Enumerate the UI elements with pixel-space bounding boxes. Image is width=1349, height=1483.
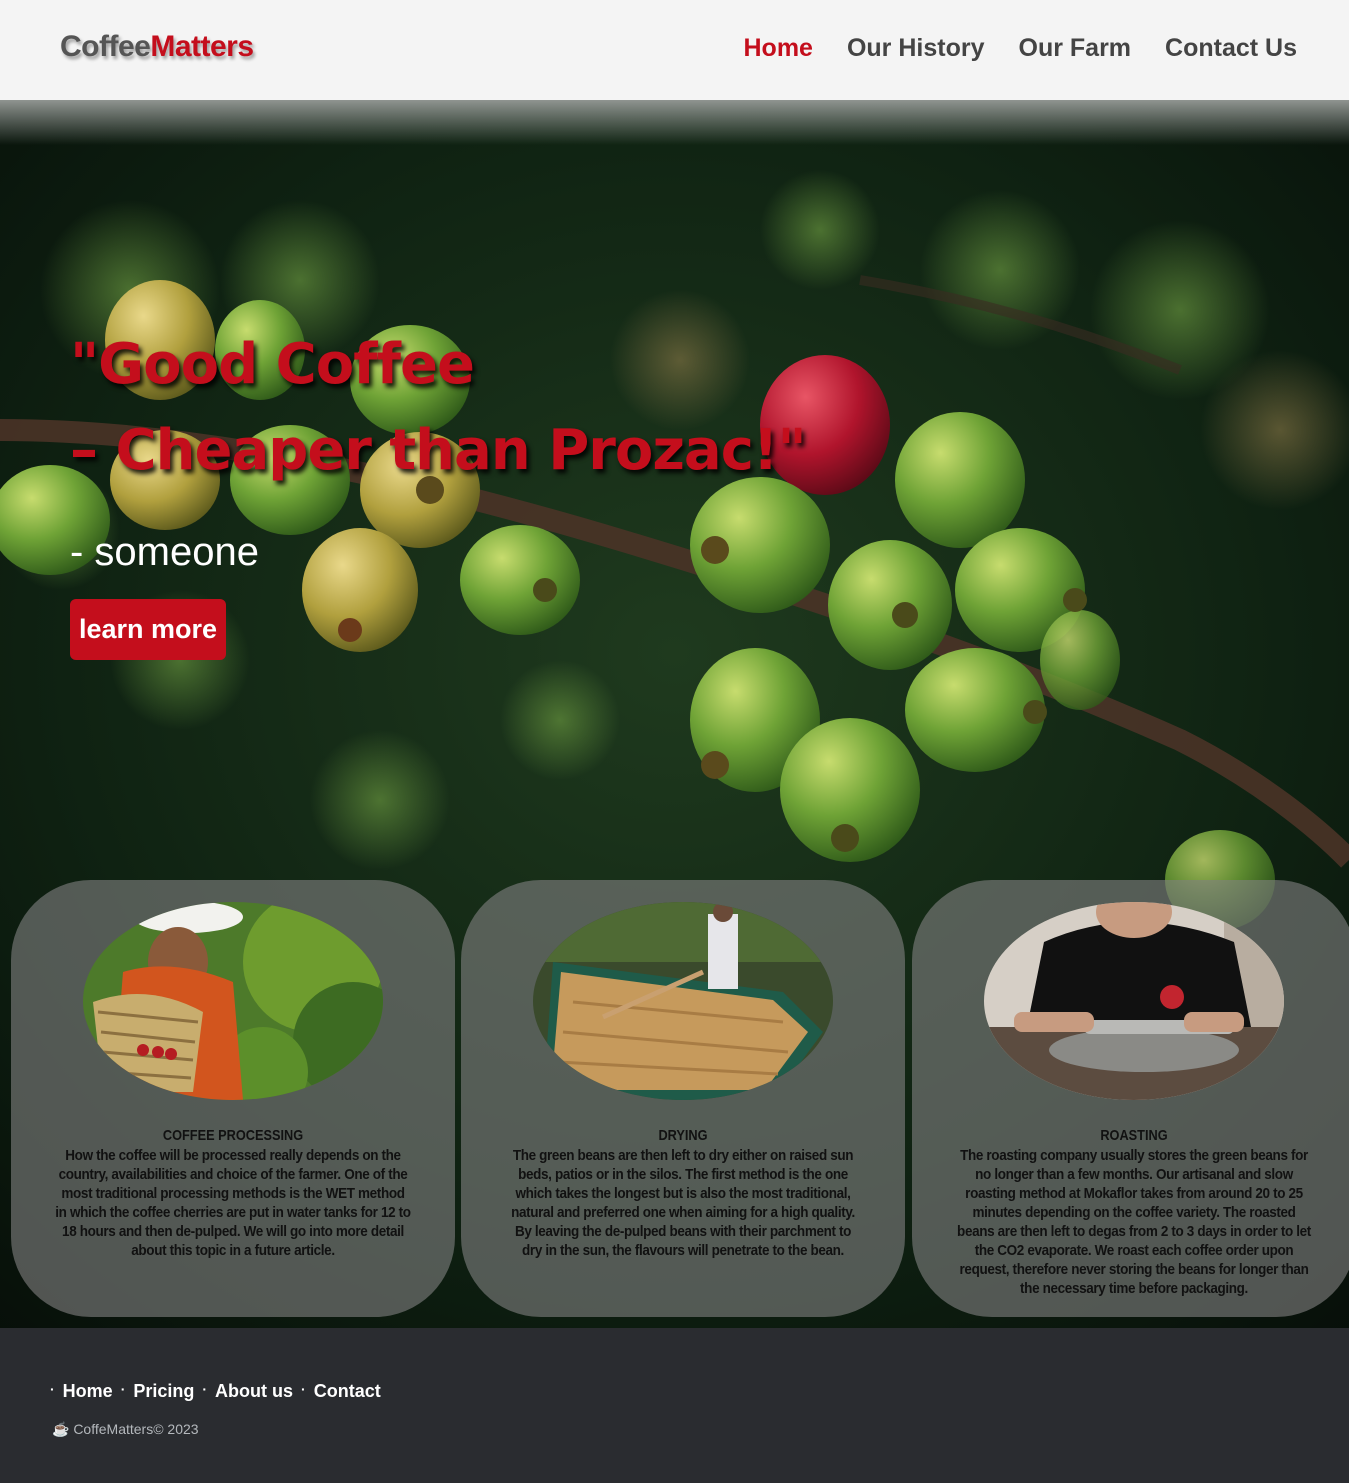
top-navbar: CoffeeMatters Home Our History Our Farm … — [0, 0, 1349, 100]
footer-bullet: · — [202, 1381, 208, 1397]
card-roasting: ROASTING The roasting company usually st… — [912, 880, 1349, 1317]
footer-copyright: ☕ CoffeMatters© 2023 — [52, 1421, 199, 1437]
card-title: COFFEE PROCESSING — [162, 1127, 304, 1144]
hero-quote-line-1: "Good Coffee — [70, 332, 475, 397]
footer-home-link[interactable]: Home — [63, 1381, 113, 1402]
logo-part-matters: Matters — [150, 30, 254, 63]
card-title: DRYING — [658, 1127, 708, 1144]
footer-about-link[interactable]: About us — [215, 1381, 293, 1402]
footer-bullet: · — [50, 1381, 55, 1397]
card-text: The roasting company usually stores the … — [957, 1147, 1311, 1297]
hero-section: "Good Coffee – Cheaper than Prozac!" - s… — [0, 100, 1349, 1328]
page-footer: · Home · Pricing · About us · Contact ☕ … — [0, 1328, 1349, 1483]
nav-our-history-link[interactable]: Our History — [847, 34, 985, 63]
drying-beds-image — [533, 902, 833, 1100]
footer-links: · Home · Pricing · About us · Contact — [50, 1381, 383, 1402]
card-title: ROASTING — [1100, 1127, 1168, 1144]
hero-quote: "Good Coffee – Cheaper than Prozac!" — [70, 322, 807, 494]
hero-quote-author: - someone — [70, 530, 259, 574]
coffee-picker-image — [83, 902, 383, 1100]
footer-contact-link[interactable]: Contact — [314, 1381, 381, 1402]
card-text: How the coffee will be processed really … — [55, 1147, 411, 1259]
logo-part-coffee: Coffee — [60, 30, 151, 63]
nav-our-farm-link[interactable]: Our Farm — [1019, 34, 1132, 63]
roaster-man-image — [984, 902, 1284, 1100]
footer-bullet: · — [301, 1381, 306, 1397]
main-nav: Home Our History Our Farm Contact Us — [744, 34, 1298, 63]
card-coffee-processing: COFFEE PROCESSING How the coffee will be… — [11, 880, 455, 1317]
nav-contact-us-link[interactable]: Contact Us — [1165, 34, 1297, 63]
card-text: The green beans are then left to dry eit… — [511, 1147, 855, 1259]
hero-top-fade — [0, 100, 1349, 145]
footer-pricing-link[interactable]: Pricing — [133, 1381, 194, 1402]
brand-logo[interactable]: CoffeeMatters — [60, 30, 254, 64]
hero-quote-line-2: – Cheaper than Prozac!" — [70, 418, 807, 483]
card-drying: DRYING The green beans are then left to … — [461, 880, 905, 1317]
learn-more-button[interactable]: learn more — [70, 599, 226, 660]
footer-bullet: · — [120, 1381, 126, 1397]
nav-home-link[interactable]: Home — [744, 34, 813, 63]
